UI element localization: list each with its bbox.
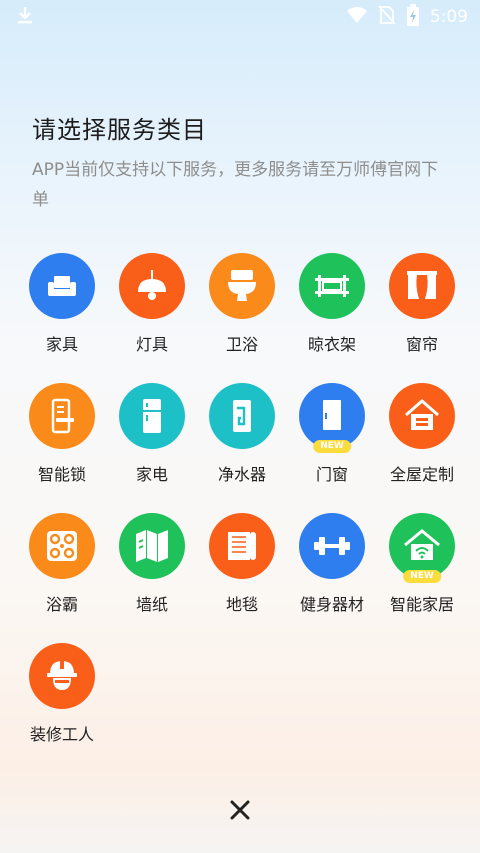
battery-charging-icon [406, 4, 420, 30]
carpet-icon [228, 532, 256, 560]
service-item-smart-home[interactable]: NEW 智能家居 [377, 513, 467, 615]
close-icon [230, 800, 250, 820]
service-icon-circle [299, 513, 365, 579]
service-icon-circle [29, 253, 95, 319]
clothes-rack-icon [315, 275, 349, 297]
sofa-icon [48, 276, 76, 296]
service-label: 地毯 [225, 595, 258, 614]
download-icon [16, 5, 34, 29]
pendant-lamp-icon [138, 270, 166, 300]
service-label: 全屋定制 [389, 465, 454, 484]
service-label: 浴霸 [45, 595, 78, 614]
service-item-renovation-worker[interactable]: 装修工人 [17, 643, 107, 745]
service-icon-circle [209, 513, 275, 579]
page-title: 请选择服务类目 [32, 116, 207, 144]
service-item-curtain[interactable]: 窗帘 [377, 253, 467, 355]
service-label: 灯具 [135, 335, 168, 354]
service-item-furniture[interactable]: 家具 [17, 253, 107, 355]
service-label: 智能家居 [389, 595, 454, 614]
status-bar: 5:09 [0, 0, 480, 34]
no-sim-icon [378, 5, 396, 29]
status-time: 5:09 [429, 7, 468, 27]
bath-heater-icon [47, 531, 77, 561]
service-label: 家电 [135, 465, 168, 484]
service-item-whole-house[interactable]: 全屋定制 [377, 383, 467, 485]
page-subtitle: APP当前仅支持以下服务，更多服务请至万师傅官网下单 [32, 160, 439, 210]
service-item-doors-windows[interactable]: NEW 门窗 [287, 383, 377, 485]
service-icon-circle: NEW [389, 513, 455, 583]
service-label: 家具 [45, 335, 78, 354]
smart-home-icon [404, 529, 440, 560]
service-icon-circle [29, 643, 95, 709]
service-label: 装修工人 [29, 725, 94, 744]
smart-lock-icon [51, 398, 74, 434]
door-icon [323, 400, 341, 430]
service-item-bath-heater[interactable]: 浴霸 [17, 513, 107, 615]
service-item-lighting[interactable]: 灯具 [107, 253, 197, 355]
house-icon [405, 399, 439, 430]
service-icon-circle [209, 253, 275, 319]
service-item-bathroom[interactable]: 卫浴 [197, 253, 287, 355]
worker-icon [47, 661, 77, 690]
service-item-appliances[interactable]: 家电 [107, 383, 197, 485]
wallpaper-icon [136, 530, 168, 562]
service-icon-circle [299, 253, 365, 319]
service-item-clothes-rack[interactable]: 晾衣架 [287, 253, 377, 355]
service-item-fitness[interactable]: 健身器材 [287, 513, 377, 615]
close-button[interactable] [224, 794, 256, 826]
curtain-icon [407, 271, 437, 299]
service-item-smart-lock[interactable]: 智能锁 [17, 383, 107, 485]
service-icon-circle [389, 383, 455, 449]
service-icon-circle [29, 513, 95, 579]
water-purifier-icon [233, 400, 251, 432]
dumbbell-icon [314, 537, 350, 555]
service-icon-circle [389, 253, 455, 319]
service-label: 门窗 [315, 465, 348, 484]
service-icon-circle: NEW [299, 383, 365, 453]
service-icon-circle [119, 253, 185, 319]
service-label: 卫浴 [225, 335, 258, 354]
new-badge: NEW [313, 440, 351, 453]
service-icon-circle [209, 383, 275, 449]
service-item-carpet[interactable]: 地毯 [197, 513, 287, 615]
service-icon-circle [119, 383, 185, 449]
new-badge: NEW [403, 570, 441, 583]
service-item-wallpaper[interactable]: 墙纸 [107, 513, 197, 615]
service-label: 墙纸 [135, 595, 168, 614]
service-item-water-purifier[interactable]: 净水器 [197, 383, 287, 485]
fridge-icon [143, 399, 161, 433]
service-icon-circle [29, 383, 95, 449]
toilet-icon [228, 270, 256, 301]
service-label: 晾衣架 [307, 335, 356, 354]
service-grid: 家具 灯具 卫浴 晾衣架 窗帘 智能锁 家电 净水器 NEW 门窗 全屋定制 浴… [17, 253, 467, 745]
service-label: 窗帘 [405, 335, 438, 354]
wifi-icon [346, 6, 368, 28]
service-label: 智能锁 [37, 465, 86, 484]
service-label: 健身器材 [299, 595, 364, 614]
service-label: 净水器 [217, 465, 266, 484]
service-icon-circle [119, 513, 185, 579]
